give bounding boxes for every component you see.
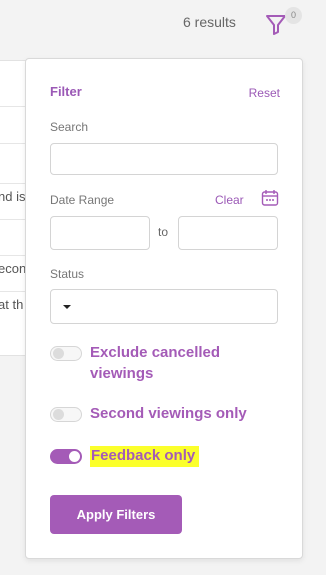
status-label: Status: [50, 267, 85, 281]
toggle-label-line: Exclude cancelled: [90, 344, 221, 361]
top-bar: 6 results 0: [0, 0, 326, 48]
toggle-knob: [53, 348, 64, 359]
date-range-label: Date Range: [50, 193, 115, 207]
search-label: Search: [50, 120, 89, 134]
calendar-icon[interactable]: [261, 189, 279, 207]
panel-title: Filter: [50, 84, 82, 99]
status-select[interactable]: [50, 289, 278, 324]
filter-count-badge: 0: [285, 7, 302, 24]
toggle-knob: [69, 451, 80, 462]
exclude-cancelled-label[interactable]: Exclude cancelled viewings: [90, 342, 220, 384]
second-viewings-toggle[interactable]: [50, 407, 82, 422]
date-to-input[interactable]: [178, 216, 278, 250]
results-count: 6 results: [183, 14, 236, 30]
caret-down-icon: [63, 305, 71, 309]
toggle-knob: [53, 409, 64, 420]
search-input[interactable]: [50, 143, 278, 175]
filter-panel: Filter Reset Search Date Range Clear to …: [25, 58, 303, 559]
reset-link[interactable]: Reset: [249, 86, 280, 100]
toggle-label-line: viewings: [90, 365, 154, 382]
second-viewings-label[interactable]: Second viewings only: [90, 403, 247, 424]
date-from-input[interactable]: [50, 216, 150, 250]
feedback-only-label[interactable]: Feedback only: [90, 445, 200, 467]
apply-filters-button[interactable]: Apply Filters: [50, 495, 182, 534]
exclude-cancelled-toggle[interactable]: [50, 346, 82, 361]
clear-date-link[interactable]: Clear: [215, 193, 244, 207]
feedback-only-toggle[interactable]: [50, 449, 82, 464]
highlighted-text: Feedback only: [90, 446, 200, 467]
date-to-separator: to: [158, 225, 169, 239]
